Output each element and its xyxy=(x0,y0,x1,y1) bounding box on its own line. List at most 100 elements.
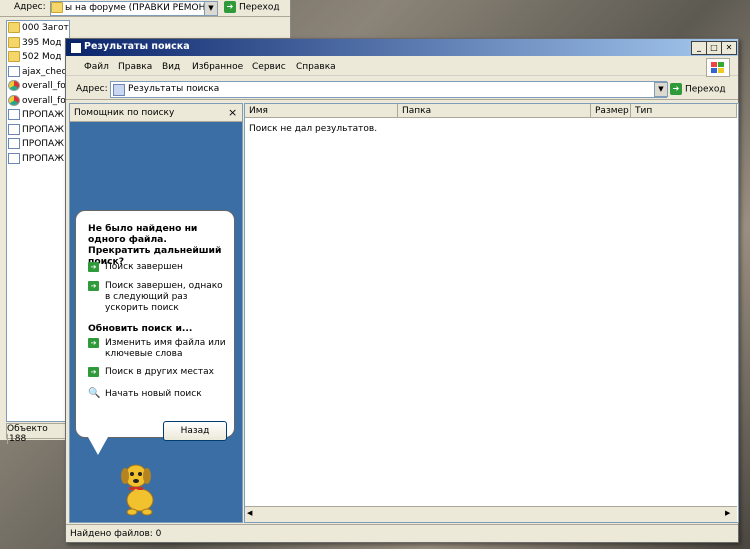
address-label: Адрес: xyxy=(76,84,108,94)
folder-icon xyxy=(51,2,63,13)
list-item[interactable]: overall_fo xyxy=(7,94,69,109)
list-item-label: 395 Мод xyxy=(22,37,62,48)
list-item[interactable]: 502 Мод xyxy=(7,50,69,65)
maximize-button[interactable]: □ xyxy=(706,41,722,55)
scroll-right-icon[interactable]: ▶ xyxy=(725,509,730,517)
menu-help[interactable]: Справка xyxy=(296,62,336,72)
green-arrow-icon: ➔ xyxy=(88,281,99,291)
column-header-size[interactable]: Размер xyxy=(591,104,631,118)
green-arrow-icon: ➔ xyxy=(88,367,99,377)
chrome-icon xyxy=(8,94,20,106)
option-label: Поиск в других местах xyxy=(105,367,214,377)
list-item[interactable]: ПРОПАЖ xyxy=(7,152,69,167)
column-header-folder[interactable]: Папка xyxy=(398,104,591,118)
scroll-left-icon[interactable]: ◀ xyxy=(247,509,252,517)
go-label: Переход xyxy=(685,84,726,95)
list-item[interactable]: 395 Мод xyxy=(7,36,69,51)
option-label: Изменить имя файла или ключевые слова xyxy=(105,338,226,359)
chevron-down-icon[interactable]: ▼ xyxy=(204,1,218,16)
menu-favorites[interactable]: Избранное xyxy=(192,62,243,72)
close-icon[interactable]: × xyxy=(228,106,237,119)
list-item[interactable]: ПРОПАЖ xyxy=(7,137,69,152)
column-header-name[interactable]: Имя xyxy=(245,104,398,118)
background-address-bar: Адрес: ы на форуме (ПРАВКИ РЕМОНТ) ▼ ➔ Пе… xyxy=(0,0,290,17)
option-search-complete-faster[interactable]: ➔ Поиск завершен, однако в следующий раз… xyxy=(88,281,230,314)
refine-heading: Обновить поиск и... xyxy=(88,323,193,334)
background-status-count: 188 xyxy=(7,434,27,444)
address-bar: Адрес: Результаты поиска ▼ ➔ Переход xyxy=(66,79,738,100)
green-arrow-icon: ➔ xyxy=(88,338,99,348)
menu-edit[interactable]: Правка xyxy=(118,62,152,72)
list-item[interactable]: ajax_chec xyxy=(7,65,69,80)
background-go-button[interactable]: ➔ Переход xyxy=(224,1,280,13)
menu-bar: Файл Правка Вид Избранное Сервис Справка xyxy=(66,57,738,76)
list-item-label: ПРОПАЖ xyxy=(22,124,64,135)
column-header-type[interactable]: Тип xyxy=(631,104,737,118)
go-arrow-icon: ➔ xyxy=(224,1,236,13)
horizontal-scrollbar[interactable]: ◀ ▶ xyxy=(245,506,737,522)
list-item-label: ajax_chec xyxy=(22,66,67,77)
speech-bubble: Не было найдено ни одного файла. Прекрат… xyxy=(75,210,235,455)
option-label: Начать новый поиск xyxy=(105,389,202,399)
empty-results-message: Поиск не дал результатов. xyxy=(249,124,378,134)
background-status-bar: Объекто 188 xyxy=(6,423,68,444)
document-icon xyxy=(8,123,20,135)
option-search-complete[interactable]: ➔ Поиск завершен xyxy=(88,262,230,273)
background-file-list: 000 Заготовка ROOT для установки модов 3… xyxy=(6,20,70,422)
results-list: Имя Папка Размер Тип Поиск не дал резуль… xyxy=(244,103,739,523)
go-button[interactable]: ➔ Переход xyxy=(670,83,726,95)
chevron-down-icon[interactable]: ▼ xyxy=(654,82,668,97)
list-item[interactable]: 000 Заготовка ROOT для установки модов xyxy=(7,21,69,36)
document-icon xyxy=(8,65,20,77)
search-window-icon xyxy=(70,42,82,54)
document-icon xyxy=(8,152,20,164)
back-button[interactable]: Назад xyxy=(163,421,227,441)
search-pane-title: Помощник по поиску xyxy=(74,108,175,118)
search-results-window[interactable]: Результаты поиска _ □ ✕ Файл Правка Вид … xyxy=(65,38,739,543)
background-status-objects: Объекто xyxy=(7,424,48,434)
document-icon xyxy=(8,138,20,149)
background-address-input[interactable]: ы на форуме (ПРАВКИ РЕМОНТ) xyxy=(50,1,215,16)
status-files-found: Найдено файлов: 0 xyxy=(70,529,162,539)
search-dog-icon xyxy=(121,464,154,516)
list-item-label: ПРОПАЖ xyxy=(22,139,64,149)
option-search-other-places[interactable]: ➔ Поиск в других местах xyxy=(88,367,230,378)
list-item[interactable]: ПРОПАЖ xyxy=(7,108,69,123)
close-button[interactable]: ✕ xyxy=(721,41,737,55)
list-item-label: overall_fo xyxy=(22,95,66,106)
list-item-label: ПРОПАЖ xyxy=(22,153,64,164)
option-change-filename[interactable]: ➔ Изменить имя файла или ключевые слова xyxy=(88,338,230,360)
search-pane-header: Помощник по поиску × xyxy=(70,104,242,122)
green-arrow-icon: ➔ xyxy=(88,262,99,272)
folder-icon xyxy=(8,22,20,33)
folder-icon xyxy=(8,36,20,48)
option-new-search[interactable]: 🔍 Начать новый поиск xyxy=(88,389,230,400)
minimize-button[interactable]: _ xyxy=(691,41,707,55)
document-icon xyxy=(8,109,20,120)
search-results-icon xyxy=(113,84,125,96)
no-files-question: Не было найдено ни одного файла. Прекрат… xyxy=(88,223,222,267)
chrome-icon xyxy=(8,80,20,91)
magnifier-icon: 🔍 xyxy=(88,388,101,399)
list-item-label: overall_fo xyxy=(22,81,66,91)
option-label: Поиск завершен xyxy=(105,262,183,272)
address-value: Результаты поиска xyxy=(128,84,220,94)
go-arrow-icon: ➔ xyxy=(670,83,682,95)
list-item[interactable]: ПРОПАЖ xyxy=(7,123,69,138)
status-bar: Найдено файлов: 0 xyxy=(66,524,738,543)
menu-file[interactable]: Файл xyxy=(84,62,109,72)
menu-tools[interactable]: Сервис xyxy=(252,62,286,72)
background-address-label: Адрес: xyxy=(14,2,46,12)
background-address-value: ы на форуме (ПРАВКИ РЕМОНТ) xyxy=(65,3,215,13)
list-item-label: 502 Мод xyxy=(22,52,62,62)
option-label: Поиск завершен, однако в следующий раз у… xyxy=(105,281,223,313)
title-bar[interactable]: Результаты поиска _ □ ✕ xyxy=(66,39,738,56)
list-item-label: 000 Заготовка ROOT для установки модов xyxy=(22,23,69,33)
address-input[interactable]: Результаты поиска xyxy=(110,81,667,98)
menu-view[interactable]: Вид xyxy=(162,62,180,72)
list-item[interactable]: overall_fo xyxy=(7,79,69,94)
window-title: Результаты поиска xyxy=(84,41,190,52)
folder-icon xyxy=(8,51,20,62)
windows-logo-icon xyxy=(706,58,730,77)
bubble-tail xyxy=(88,437,108,455)
